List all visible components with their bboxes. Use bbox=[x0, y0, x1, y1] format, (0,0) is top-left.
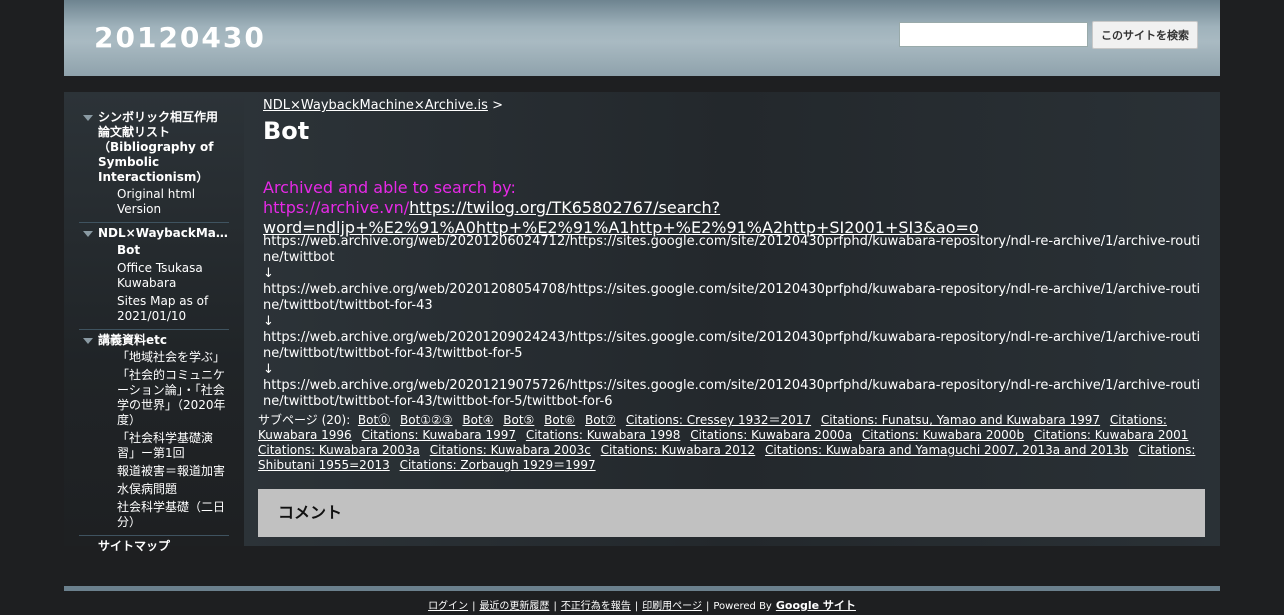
sidebar-item-label[interactable]: サイトマップ bbox=[98, 539, 170, 553]
subpage-link[interactable]: Citations: Kuwabara 2012 bbox=[601, 443, 756, 457]
subpage-link[interactable]: Citations: Cressey 1932＝2017 bbox=[626, 413, 811, 427]
sidebar-subitem-label[interactable]: 「地域社会を学ぶ」 bbox=[117, 350, 225, 364]
sidebar-item-label[interactable]: 講義資料etc bbox=[98, 333, 167, 347]
sidebar-subitem-label[interactable]: Sites Map as of 2021/01/10 bbox=[117, 294, 208, 323]
subpage-link[interactable]: Citations: Kuwabara 1998 bbox=[526, 428, 681, 442]
subpage-link[interactable]: Citations: Kuwabara 2003a bbox=[258, 443, 420, 457]
sidebar-subitem-office[interactable]: Office Tsukasa Kuwabara bbox=[79, 261, 229, 291]
breadcrumb: NDL×WaybackMachine×Archive.is > bbox=[263, 98, 503, 113]
search-input[interactable] bbox=[899, 22, 1088, 47]
sidebar-subitem-label[interactable]: 「社会的コミュニケーション論」・「社会学の世界」（2020年度） bbox=[117, 368, 226, 427]
subpage-link[interactable]: Bot⑦ bbox=[585, 413, 616, 427]
sidebar-subitem-label[interactable]: Bot bbox=[117, 243, 140, 257]
sidebar-subitem-label[interactable]: 「社会科学基礎演習」ー第1回 bbox=[117, 431, 213, 460]
sidebar-item-sitemap[interactable]: サイトマップ bbox=[79, 539, 229, 554]
breadcrumb-separator: > bbox=[492, 98, 503, 113]
subpage-link[interactable]: Bot④ bbox=[462, 413, 493, 427]
down-arrow-icon: ↓ bbox=[263, 362, 274, 377]
sidebar-subitem-original-html[interactable]: Original html Version bbox=[79, 187, 229, 217]
sidebar-subitem-bot[interactable]: Bot bbox=[79, 243, 229, 258]
nav-group-bibliography: シンボリック相互作用論文献リスト（Bibliography of Symboli… bbox=[79, 110, 229, 223]
sidebar-item-label[interactable]: シンボリック相互作用論文献リスト（Bibliography of Symboli… bbox=[98, 110, 218, 184]
sidebar-item-label[interactable]: NDL×WaybackMachine×Archive.is bbox=[98, 226, 229, 240]
google-sites-link[interactable]: Google サイト bbox=[776, 599, 856, 612]
comments-heading: コメント bbox=[278, 503, 343, 522]
url-line: https://web.archive.org/web/202012080547… bbox=[263, 282, 1201, 313]
subpage-link[interactable]: Citations: Kuwabara 1997 bbox=[361, 428, 516, 442]
breadcrumb-link[interactable]: NDL×WaybackMachine×Archive.is bbox=[263, 98, 488, 113]
footer-link-report-abuse[interactable]: 不正行為を報告 bbox=[561, 601, 631, 612]
url-line: https://web.archive.org/web/202012190757… bbox=[263, 378, 1201, 409]
sidebar-item-lectures[interactable]: 講義資料etc bbox=[79, 333, 229, 348]
subpage-link[interactable]: Citations: Funatsu, Yamao and Kuwabara 1… bbox=[821, 413, 1100, 427]
subpage-link[interactable]: Citations: Zorbaugh 1929＝1997 bbox=[400, 458, 596, 472]
page-title: Bot bbox=[263, 117, 310, 145]
site-header: 20120430 このサイトを検索 bbox=[64, 0, 1220, 76]
subpages: サブページ (20): Bot⓪ Bot①②③ Bot④ Bot⑤ Bot⑥ B… bbox=[258, 413, 1208, 473]
main-content: NDL×WaybackMachine×Archive.is > Bot Arch… bbox=[244, 92, 1220, 546]
nav-group-lectures: 講義資料etc 「地域社会を学ぶ」 「社会的コミュニケーション論」・「社会学の世… bbox=[79, 333, 229, 536]
footer-separator: | bbox=[553, 601, 557, 612]
sidebar-subitem-lecture[interactable]: 水俣病問題 bbox=[79, 482, 229, 497]
sidebar-subitem-label[interactable]: 社会科学基礎（二日分） bbox=[117, 500, 225, 529]
subpage-link[interactable]: Citations: Kuwabara and Yamaguchi 2007, … bbox=[765, 443, 1128, 457]
sidebar-subitem-sites-map[interactable]: Sites Map as of 2021/01/10 bbox=[79, 294, 229, 324]
sidebar-subitem-lecture[interactable]: 「社会科学基礎演習」ー第1回 bbox=[79, 431, 229, 461]
sidebar: シンボリック相互作用論文献リスト（Bibliography of Symboli… bbox=[64, 92, 244, 553]
search-button[interactable]: このサイトを検索 bbox=[1092, 21, 1198, 49]
footer-separator: | bbox=[634, 601, 639, 612]
collapse-triangle-icon[interactable] bbox=[83, 115, 93, 121]
collapse-triangle-icon[interactable] bbox=[83, 338, 93, 344]
sidebar-item-ndl[interactable]: NDL×WaybackMachine×Archive.is bbox=[79, 226, 229, 241]
collapse-triangle-icon[interactable] bbox=[83, 231, 93, 237]
url-list: https://web.archive.org/web/202012060247… bbox=[263, 234, 1203, 410]
footer-link-recent-changes[interactable]: 最近の更新履歴 bbox=[479, 601, 549, 612]
subpage-link[interactable]: Citations: Kuwabara 2001 bbox=[1034, 428, 1189, 442]
subpage-link[interactable]: Bot⓪ bbox=[358, 413, 390, 427]
subpage-link[interactable]: Citations: Kuwabara 2003c bbox=[430, 443, 591, 457]
sidebar-item-bibliography[interactable]: シンボリック相互作用論文献リスト（Bibliography of Symboli… bbox=[79, 110, 229, 185]
subpage-link[interactable]: Bot⑤ bbox=[503, 413, 534, 427]
sidebar-subitem-lecture[interactable]: 「地域社会を学ぶ」 bbox=[79, 350, 229, 365]
sidebar-nav: シンボリック相互作用論文献リスト（Bibliography of Symboli… bbox=[79, 110, 229, 554]
sidebar-subitem-label[interactable]: 水俣病問題 bbox=[117, 482, 177, 496]
footer-link-print[interactable]: 印刷用ページ bbox=[642, 601, 702, 612]
nav-group-ndl: NDL×WaybackMachine×Archive.is Bot Office… bbox=[79, 226, 229, 330]
url-line: https://web.archive.org/web/202012090242… bbox=[263, 330, 1201, 361]
subpage-link[interactable]: Bot①②③ bbox=[400, 413, 453, 427]
comments-section: コメント bbox=[258, 489, 1205, 537]
footer-separator: | bbox=[472, 601, 476, 612]
subpage-link[interactable]: Citations: Kuwabara 2000b bbox=[862, 428, 1024, 442]
site-title[interactable]: 20120430 bbox=[94, 21, 266, 54]
sidebar-subitem-label[interactable]: 報道被害＝報道加害 bbox=[117, 464, 225, 478]
down-arrow-icon: ↓ bbox=[263, 314, 274, 329]
down-arrow-icon: ↓ bbox=[263, 266, 274, 281]
subpage-link[interactable]: Bot⑥ bbox=[544, 413, 575, 427]
subpages-label: サブページ (20): bbox=[258, 413, 351, 427]
footer-link-login[interactable]: ログイン bbox=[428, 601, 468, 612]
archived-note: Archived and able to search by: https://… bbox=[263, 178, 979, 238]
footer: ログイン | 最近の更新履歴 | 不正行為を報告 | 印刷用ページ | Powered By Go… bbox=[64, 597, 1220, 613]
sidebar-subitem-lecture[interactable]: 「社会的コミュニケーション論」・「社会学の世界」（2020年度） bbox=[79, 368, 229, 428]
subpage-link[interactable]: Citations: Kuwabara 2000a bbox=[690, 428, 852, 442]
footer-separator: | bbox=[706, 601, 710, 612]
sidebar-subitem-label[interactable]: Original html Version bbox=[117, 187, 195, 216]
sidebar-subitem-label[interactable]: Office Tsukasa Kuwabara bbox=[117, 261, 203, 290]
powered-by-text: Powered By bbox=[713, 601, 772, 612]
footer-divider bbox=[64, 586, 1220, 591]
url-line: https://web.archive.org/web/202012060247… bbox=[263, 234, 1201, 265]
sidebar-subitem-lecture[interactable]: 社会科学基礎（二日分） bbox=[79, 500, 229, 530]
sidebar-subitem-lecture[interactable]: 報道被害＝報道加害 bbox=[79, 464, 229, 479]
